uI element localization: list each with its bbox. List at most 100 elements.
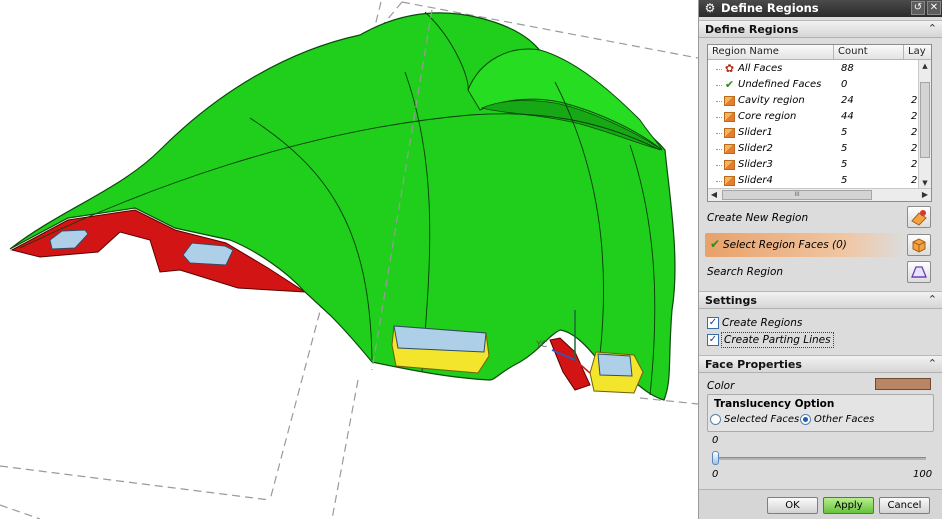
- apply-button[interactable]: Apply: [823, 497, 874, 514]
- slider-max-label: 100: [913, 469, 933, 480]
- tree-connector: [716, 85, 722, 86]
- search-region-label: Search Region: [707, 266, 784, 278]
- collapse-icon[interactable]: ⌃: [928, 293, 937, 307]
- region-count-cell: 0: [841, 79, 848, 90]
- dialog-titlebar[interactable]: ⚙ Define Regions ↺ ✕: [699, 0, 942, 17]
- axis-label-yc: YC: [535, 340, 547, 350]
- table-horizontal-scrollbar[interactable]: ◀ III ▶: [708, 188, 931, 201]
- scroll-left-icon[interactable]: ◀: [708, 189, 720, 201]
- region-name-cell: Slider4: [738, 175, 773, 186]
- section-settings-label: Settings: [705, 294, 757, 307]
- reset-icon[interactable]: ↺: [911, 1, 925, 15]
- region-count-cell: 5: [841, 143, 848, 154]
- region-icon: [724, 176, 735, 186]
- region-name-cell: Undefined Faces: [738, 79, 822, 90]
- create-regions-checkbox[interactable]: ✓: [707, 317, 719, 329]
- region-layer-cell: 2: [911, 111, 918, 122]
- search-region-icon: [911, 266, 927, 278]
- section-define-regions[interactable]: Define Regions ⌃: [699, 20, 942, 38]
- tree-connector: [716, 69, 722, 70]
- region-name-cell: Slider1: [738, 127, 773, 138]
- check-icon: ✔: [724, 78, 735, 91]
- region-icon: [724, 144, 735, 154]
- table-row[interactable]: Cavity region 24 2: [708, 93, 918, 109]
- graphics-viewport[interactable]: YC: [0, 0, 698, 519]
- color-swatch-button[interactable]: [875, 378, 931, 390]
- region-count-cell: 88: [841, 63, 854, 74]
- core-faces-right: [549, 337, 591, 391]
- translucency-slider-track[interactable]: [716, 457, 926, 460]
- slider-value: 0: [712, 435, 719, 446]
- all-faces-icon: ✿: [724, 62, 735, 75]
- select-faces-button[interactable]: [907, 234, 931, 256]
- region-icon: [724, 128, 735, 138]
- radio-other-faces-label: Other Faces: [814, 414, 875, 425]
- radio-other-faces[interactable]: [800, 414, 811, 425]
- translucency-option-group: Translucency Option Selected Faces Other…: [707, 394, 934, 432]
- scroll-thumb[interactable]: [920, 82, 930, 158]
- create-new-region-label: Create New Region: [707, 212, 809, 224]
- cube-icon: [912, 238, 926, 253]
- region-layer-cell: 2: [911, 95, 918, 106]
- table-row[interactable]: Slider1 5 2: [708, 125, 918, 141]
- radio-selected-faces[interactable]: [710, 414, 721, 425]
- dialog-button-bar: OK Apply Cancel: [699, 489, 942, 519]
- column-header-region-name[interactable]: Region Name: [708, 45, 834, 60]
- slider-2-window: [597, 353, 633, 377]
- translucency-title: Translucency Option: [714, 398, 835, 410]
- close-icon[interactable]: ✕: [927, 1, 941, 15]
- tree-connector: [716, 165, 722, 166]
- table-row[interactable]: ✔ Undefined Faces 0: [708, 77, 918, 93]
- select-region-faces-row[interactable]: ✔ Select Region Faces (0): [705, 233, 905, 257]
- region-count-cell: 44: [841, 111, 854, 122]
- part-model: YC: [0, 1, 698, 519]
- create-parting-lines-checkbox[interactable]: ✓: [707, 334, 719, 346]
- window-2: [182, 242, 234, 266]
- region-count-cell: 24: [841, 95, 854, 106]
- section-face-properties-label: Face Properties: [705, 358, 802, 371]
- tree-connector: [716, 149, 722, 150]
- region-icon: [724, 160, 735, 170]
- region-layer-cell: 2: [911, 143, 918, 154]
- table-vertical-scrollbar[interactable]: ▲ ▼: [918, 60, 931, 189]
- table-row[interactable]: ✿ All Faces 88: [708, 61, 918, 77]
- table-row[interactable]: Core region 44 2: [708, 109, 918, 125]
- tree-connector: [716, 101, 722, 102]
- create-parting-lines-label: Create Parting Lines: [721, 332, 834, 348]
- create-regions-label: Create Regions: [722, 317, 803, 329]
- collapse-icon[interactable]: ⌃: [928, 357, 937, 371]
- region-layer-cell: 2: [911, 127, 918, 138]
- region-name-cell: Cavity region: [738, 95, 805, 106]
- region-icon: [724, 112, 735, 122]
- dialog-title: Define Regions: [721, 1, 819, 15]
- cancel-button[interactable]: Cancel: [879, 497, 930, 514]
- collapse-icon[interactable]: ⌃: [928, 22, 937, 36]
- region-name-cell: All Faces: [738, 63, 783, 74]
- region-name-cell: Slider3: [738, 159, 773, 170]
- check-icon: ✔: [710, 237, 721, 251]
- select-region-faces-label: Select Region Faces (0): [723, 239, 847, 251]
- tree-connector: [716, 117, 722, 118]
- create-new-region-button[interactable]: [907, 206, 931, 228]
- column-header-layer[interactable]: Lay: [904, 45, 931, 60]
- region-table[interactable]: Region Name Count Lay ✿ All Faces 88 ✔ Undef…: [707, 44, 932, 202]
- region-name-cell: Core region: [738, 111, 797, 122]
- section-face-properties[interactable]: Face Properties ⌃: [699, 355, 942, 373]
- ok-button[interactable]: OK: [767, 497, 818, 514]
- table-row[interactable]: Slider4 5 2: [708, 173, 918, 189]
- region-count-cell: 5: [841, 127, 848, 138]
- section-define-regions-label: Define Regions: [705, 23, 799, 36]
- hscroll-thumb[interactable]: III: [722, 190, 872, 200]
- region-count-cell: 5: [841, 175, 848, 186]
- translucency-slider-thumb[interactable]: [712, 451, 719, 465]
- scroll-right-icon[interactable]: ▶: [919, 189, 931, 201]
- region-layer-cell: 2: [911, 159, 918, 170]
- table-row[interactable]: Slider3 5 2: [708, 157, 918, 173]
- column-header-count[interactable]: Count: [834, 45, 904, 60]
- table-row[interactable]: Slider2 5 2: [708, 141, 918, 157]
- search-region-button[interactable]: [907, 261, 931, 283]
- gear-icon[interactable]: ⚙: [703, 1, 717, 15]
- scroll-up-icon[interactable]: ▲: [919, 60, 931, 72]
- section-settings[interactable]: Settings ⌃: [699, 291, 942, 309]
- radio-selected-faces-label: Selected Faces: [724, 414, 800, 425]
